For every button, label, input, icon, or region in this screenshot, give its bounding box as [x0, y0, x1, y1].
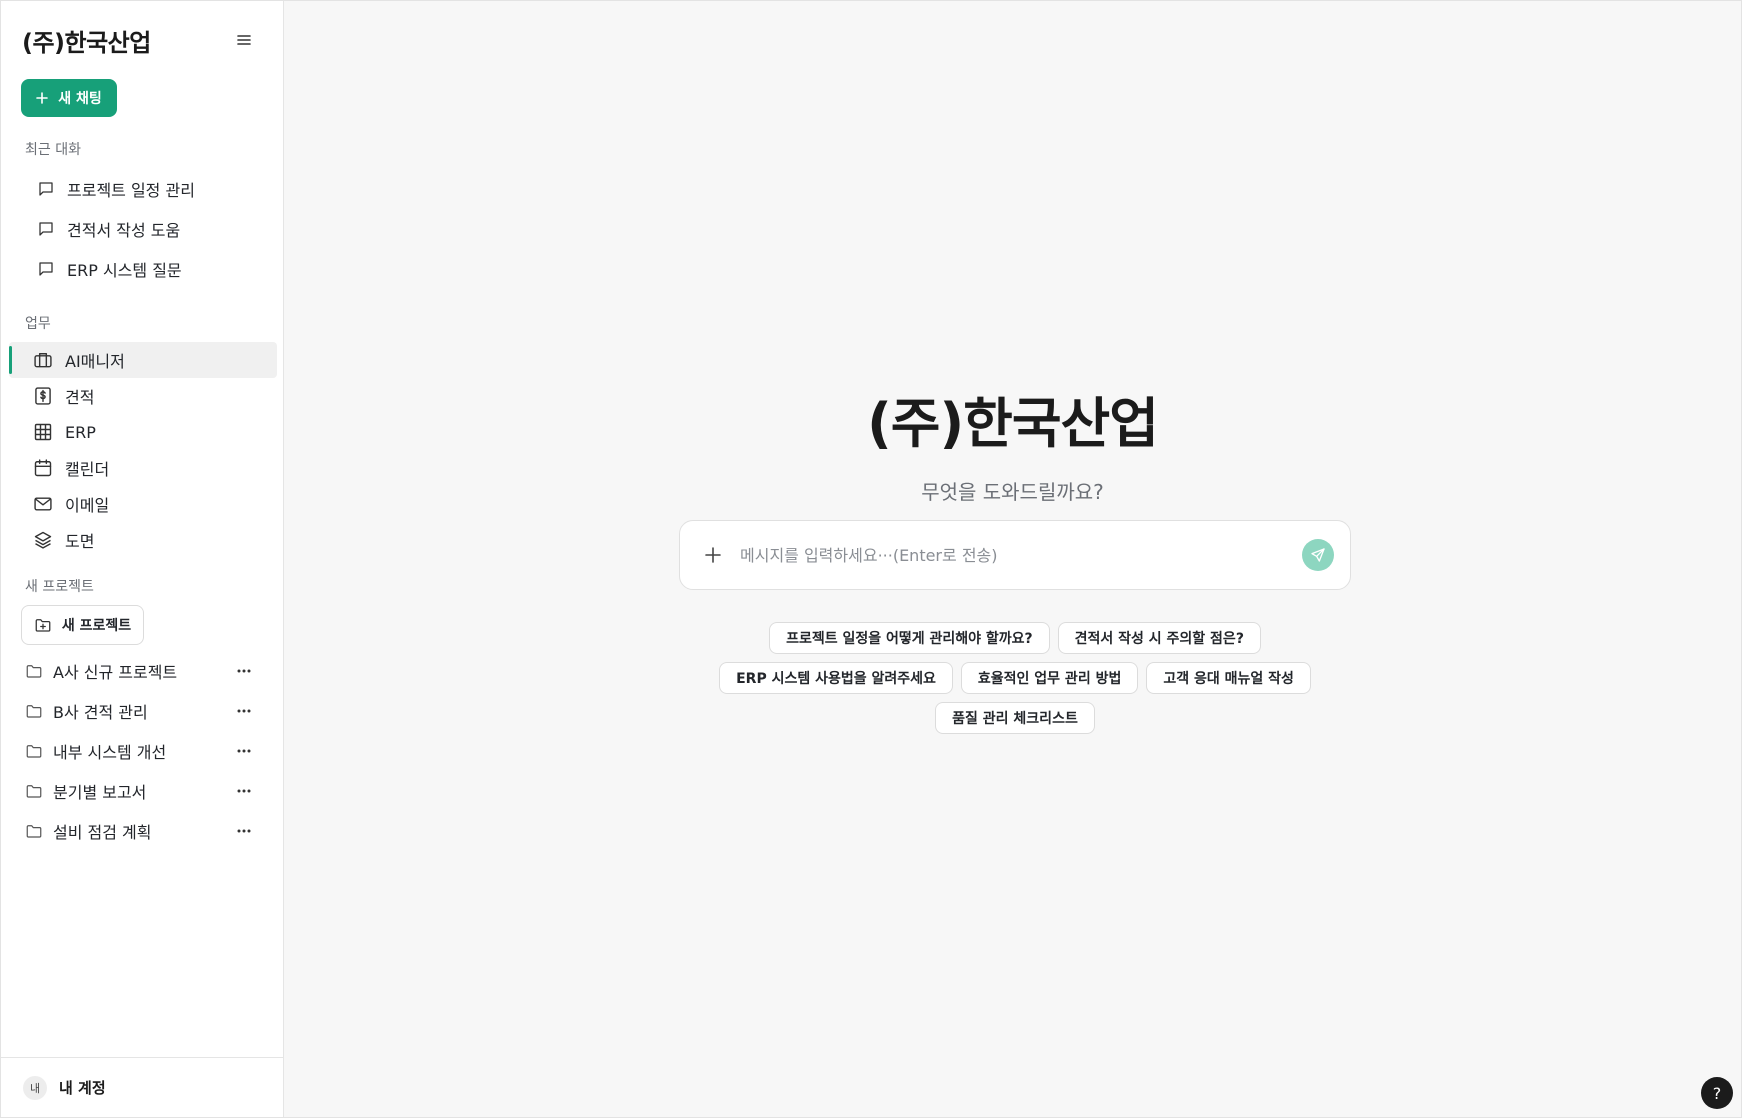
project-item[interactable]: 설비 점검 계획 — [1, 811, 283, 851]
dollar-document-icon — [33, 386, 53, 406]
more-options-icon[interactable] — [235, 662, 253, 680]
chat-bubble-icon — [37, 180, 55, 198]
suggestion-chip[interactable]: ERP 시스템 사용법을 알려주세요 — [719, 662, 953, 694]
project-label: A사 신규 프로젝트 — [53, 663, 178, 682]
suggestion-chip[interactable]: 효율적인 업무 관리 방법 — [960, 662, 1139, 694]
message-input[interactable] — [740, 535, 1286, 575]
new-project-label: 새 프로젝트 — [61, 618, 132, 634]
main-content: (주)한국산업 무엇을 도와드릴까요? 프로젝트 일정을 어떻게 관리해야 할까… — [284, 1, 1741, 1117]
briefcase-icon — [33, 350, 53, 370]
nav-item-estimate[interactable]: 견적 — [9, 378, 277, 414]
new-project-button[interactable]: 새 프로젝트 — [21, 605, 144, 645]
nav-item-ai-manager[interactable]: AI매니저 — [9, 342, 277, 378]
account-button[interactable]: 내 내 계정 — [1, 1057, 283, 1117]
hamburger-icon — [237, 35, 251, 45]
project-label: B사 견적 관리 — [53, 703, 148, 722]
project-item[interactable]: B사 견적 관리 — [1, 691, 283, 731]
nav-item-label: AI매니저 — [65, 352, 125, 371]
folder-icon — [25, 782, 43, 800]
attach-button[interactable] — [702, 544, 724, 566]
help-button[interactable]: ? — [1701, 1077, 1733, 1109]
avatar: 내 — [23, 1075, 47, 1100]
plus-icon — [36, 92, 49, 104]
recent-chat-item[interactable]: 견적서 작성 도움 — [1, 209, 283, 249]
work-nav-list: AI매니저 견적 ERP 캘린더 이메일 도면 — [1, 342, 283, 558]
suggestion-chip[interactable]: 품질 관리 체크리스트 — [935, 702, 1095, 734]
folder-icon — [25, 662, 43, 680]
recent-chat-label: 프로젝트 일정 관리 — [67, 181, 195, 200]
message-composer — [679, 520, 1351, 590]
suggestion-row: ERP 시스템 사용법을 알려주세요 효율적인 업무 관리 방법 고객 응대 매… — [719, 662, 1311, 694]
calendar-icon — [33, 458, 53, 478]
nav-item-drawings[interactable]: 도면 — [9, 522, 277, 558]
more-options-icon[interactable] — [235, 742, 253, 760]
new-chat-label: 새 채팅 — [58, 91, 102, 107]
nav-item-calendar[interactable]: 캘린더 — [9, 450, 277, 486]
project-label: 내부 시스템 개선 — [53, 743, 167, 762]
chat-bubble-icon — [37, 220, 55, 238]
layers-icon — [33, 530, 53, 550]
chat-bubble-icon — [37, 260, 55, 278]
project-label: 설비 점검 계획 — [53, 823, 152, 842]
plus-icon — [705, 547, 721, 563]
hero: (주)한국산업 무엇을 도와드릴까요? — [284, 379, 1741, 505]
nav-item-label: 견적 — [65, 388, 95, 407]
suggestion-chips: 프로젝트 일정을 어떻게 관리해야 할까요? 견적서 작성 시 주의할 점은? … — [679, 622, 1351, 734]
menu-toggle-button[interactable] — [233, 29, 255, 51]
suggestion-chip[interactable]: 고객 응대 매뉴얼 작성 — [1146, 662, 1311, 694]
recent-chat-item[interactable]: ERP 시스템 질문 — [1, 249, 283, 289]
recent-chat-label: ERP 시스템 질문 — [67, 261, 182, 280]
nav-item-erp[interactable]: ERP — [9, 414, 277, 450]
mail-icon — [33, 494, 53, 514]
sidebar-header: (주)한국산업 — [1, 1, 283, 79]
brand-logo-text: (주)한국산업 — [22, 28, 151, 57]
suggestion-row: 프로젝트 일정을 어떻게 관리해야 할까요? 견적서 작성 시 주의할 점은? — [769, 622, 1261, 654]
projects-section-heading: 새 프로젝트 — [25, 579, 94, 595]
more-options-icon[interactable] — [235, 702, 253, 720]
folder-icon — [25, 822, 43, 840]
project-item[interactable]: 내부 시스템 개선 — [1, 731, 283, 771]
sidebar: (주)한국산업 새 채팅 최근 대화 프로젝트 일정 관리 견적서 작성 도움 … — [1, 1, 284, 1117]
suggestion-chip[interactable]: 프로젝트 일정을 어떻게 관리해야 할까요? — [769, 622, 1050, 654]
grid-table-icon — [33, 422, 53, 442]
recent-chats-heading: 최근 대화 — [25, 142, 81, 158]
project-item[interactable]: A사 신규 프로젝트 — [1, 651, 283, 691]
project-label: 분기별 보고서 — [53, 783, 147, 802]
recent-chat-item[interactable]: 프로젝트 일정 관리 — [1, 169, 283, 209]
suggestion-row: 품질 관리 체크리스트 — [935, 702, 1095, 734]
more-options-icon[interactable] — [235, 822, 253, 840]
folder-icon — [25, 702, 43, 720]
page-title: (주)한국산업 — [867, 392, 1159, 455]
recent-chat-label: 견적서 작성 도움 — [67, 221, 181, 240]
project-item[interactable]: 분기별 보고서 — [1, 771, 283, 811]
app-window: (주)한국산업 새 채팅 최근 대화 프로젝트 일정 관리 견적서 작성 도움 … — [0, 0, 1742, 1118]
page-subtitle: 무엇을 도와드릴까요? — [921, 480, 1104, 504]
account-label: 내 계정 — [59, 1079, 106, 1097]
suggestion-chip[interactable]: 견적서 작성 시 주의할 점은? — [1057, 622, 1261, 654]
nav-item-label: 이메일 — [65, 496, 110, 515]
send-button[interactable] — [1302, 539, 1334, 571]
new-chat-button[interactable]: 새 채팅 — [21, 79, 117, 117]
nav-item-label: ERP — [65, 422, 96, 442]
send-icon — [1311, 548, 1325, 562]
project-list: A사 신규 프로젝트 B사 견적 관리 내부 시스템 개선 분기별 보고서 설비 — [1, 651, 283, 851]
more-options-icon[interactable] — [235, 782, 253, 800]
folder-plus-icon — [35, 619, 51, 632]
nav-item-label: 도면 — [65, 532, 95, 551]
recent-chat-list: 프로젝트 일정 관리 견적서 작성 도움 ERP 시스템 질문 — [1, 169, 283, 289]
folder-icon — [25, 742, 43, 760]
nav-item-label: 캘린더 — [65, 460, 110, 479]
work-section-heading: 업무 — [25, 316, 51, 332]
nav-item-email[interactable]: 이메일 — [9, 486, 277, 522]
